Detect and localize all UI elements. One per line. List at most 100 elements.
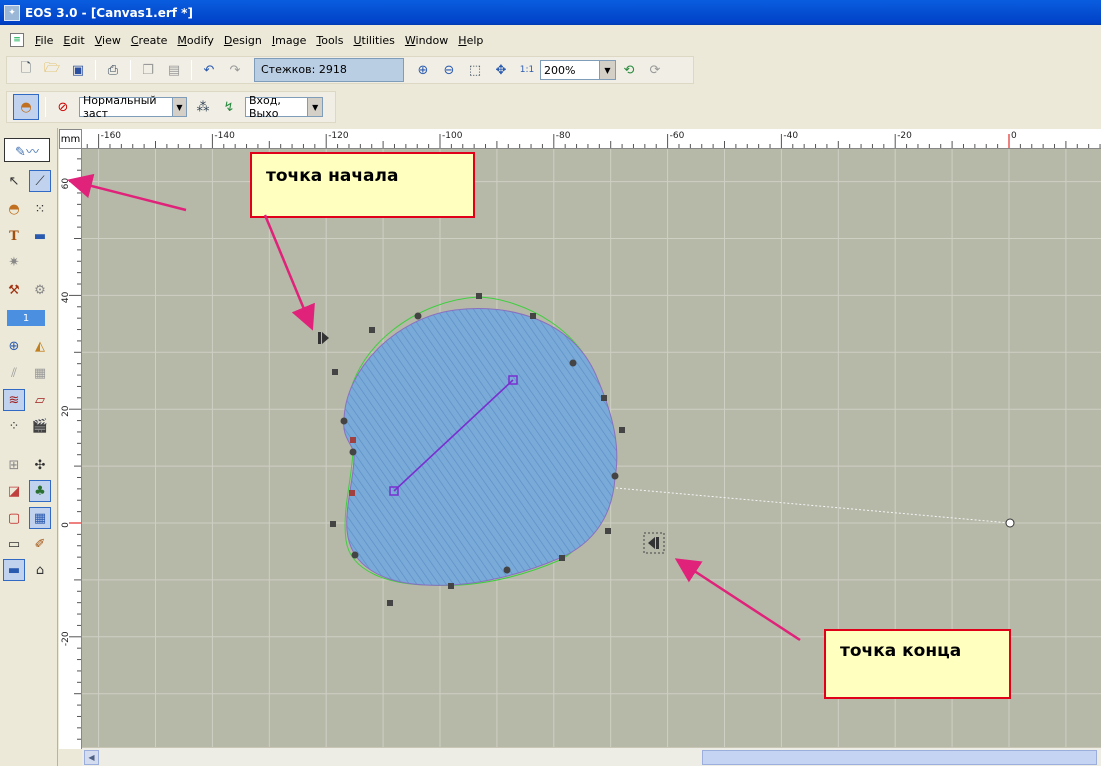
menu-edit[interactable]: Edit bbox=[58, 34, 89, 47]
zoom-actual-size-icon[interactable]: 1:1 bbox=[516, 59, 538, 81]
menu-utilities[interactable]: Utilities bbox=[348, 34, 399, 47]
entry-exit-value: Вход, Выхо bbox=[249, 94, 281, 120]
control-point bbox=[601, 395, 607, 401]
entry-exit-select[interactable]: Вход, Выхо ▼ bbox=[245, 94, 323, 120]
chevron-down-icon[interactable]: ▼ bbox=[171, 98, 186, 116]
rounded-rect-icon[interactable]: ▢ bbox=[3, 507, 25, 529]
gears-icon[interactable]: ⚙ bbox=[29, 279, 51, 301]
menu-view[interactable]: View bbox=[90, 34, 126, 47]
fill-tool-icon[interactable]: ◓ bbox=[13, 94, 39, 120]
rotate-right-icon[interactable]: ⟳ bbox=[644, 59, 666, 81]
ruler-x-label: -120 bbox=[328, 131, 349, 141]
control-point bbox=[330, 521, 336, 527]
control-point bbox=[448, 583, 454, 589]
menu-design[interactable]: Design bbox=[219, 34, 267, 47]
zoom-in-icon[interactable]: ⊕ bbox=[412, 59, 434, 81]
menu-file[interactable]: File bbox=[30, 34, 58, 47]
stitch-count-display: Стежков: 2918 bbox=[254, 58, 404, 82]
rotate-left-icon[interactable]: ⟲ bbox=[618, 59, 640, 81]
align-icon[interactable]: ⊞ bbox=[3, 454, 25, 476]
horizontal-ruler-svg: -160 -140 -120 -100 -80 -60 -40 -20 0 bbox=[86, 131, 1101, 148]
hammer-icon[interactable]: ⚒ bbox=[3, 279, 25, 301]
menu-image[interactable]: Image bbox=[267, 34, 311, 47]
new-file-icon[interactable]: 🗋 bbox=[15, 59, 37, 81]
eraser-icon[interactable]: ◪ bbox=[3, 480, 25, 502]
ruler-x-label: -80 bbox=[556, 131, 571, 141]
color-number-box[interactable]: 1 bbox=[7, 310, 45, 326]
control-point bbox=[414, 312, 422, 320]
copy-icon[interactable]: ❐ bbox=[137, 59, 159, 81]
ruler-y-label: 60 bbox=[61, 178, 71, 190]
exit-connector-line bbox=[615, 487, 1011, 524]
ruler-x-label: -140 bbox=[214, 131, 235, 141]
scroll-thumb[interactable] bbox=[702, 750, 1097, 765]
stitch-settings-icon[interactable]: ⁂ bbox=[192, 96, 214, 118]
menu-tools[interactable]: Tools bbox=[311, 34, 348, 47]
fill-type-select[interactable]: Нормальный заст ▼ bbox=[79, 94, 187, 120]
ruler-y-label: 0 bbox=[61, 522, 71, 528]
control-point bbox=[351, 551, 359, 559]
satin-icon[interactable]: ⁘ bbox=[3, 415, 25, 437]
menu-window[interactable]: Window bbox=[400, 34, 453, 47]
end-point-callout: точка конца bbox=[824, 629, 1011, 699]
clapperboard-icon[interactable]: 🎬 bbox=[29, 415, 51, 437]
menu-create[interactable]: Create bbox=[126, 34, 173, 47]
ruler-x-label: -100 bbox=[442, 131, 463, 141]
points-icon[interactable]: ⁙ bbox=[29, 198, 51, 220]
text-tool-icon[interactable]: T bbox=[3, 225, 25, 247]
origin-point[interactable] bbox=[1005, 518, 1015, 528]
stamp-icon[interactable]: ⌂ bbox=[29, 559, 51, 581]
ruler-tool-icon[interactable]: ▬ bbox=[3, 559, 25, 581]
print-icon[interactable]: ⎙ bbox=[102, 59, 124, 81]
select-arrow-icon[interactable]: ↖ bbox=[3, 170, 25, 192]
magic-wand-icon[interactable]: ✷ bbox=[3, 251, 25, 273]
card-icon[interactable]: ▭ bbox=[3, 533, 25, 555]
vertical-ruler-svg: 60 40 20 0 -20 bbox=[61, 158, 81, 740]
embroidery-fill-shape[interactable] bbox=[343, 308, 618, 586]
fill-shape-icon[interactable]: ◓ bbox=[3, 198, 25, 220]
zoom-tool-icon[interactable]: ⊕ bbox=[3, 335, 25, 357]
stitch-direction-icon[interactable]: ⫽ bbox=[3, 362, 25, 384]
chevron-down-icon[interactable]: ▼ bbox=[307, 98, 322, 116]
zoom-selection-icon[interactable]: ⬚ bbox=[464, 59, 486, 81]
start-point-callout: точка начала bbox=[250, 152, 475, 218]
rectangle-tool-icon[interactable]: ▬ bbox=[29, 225, 51, 247]
property-toolbar: ◓ ⊘ Нормальный заст ▼ ⁂ ↯ Вход, Выхо ▼ bbox=[6, 91, 336, 123]
app-icon[interactable]: ✦ bbox=[4, 4, 20, 21]
running-stitch-icon[interactable]: ≋ bbox=[3, 389, 25, 411]
zoom-out-icon[interactable]: ⊖ bbox=[438, 59, 460, 81]
chevron-down-icon[interactable]: ▼ bbox=[599, 61, 615, 79]
tree-icon[interactable]: ♣ bbox=[29, 480, 51, 502]
menu-modify[interactable]: Modify bbox=[172, 34, 218, 47]
pencil-box-icon[interactable]: ✐ bbox=[29, 533, 51, 555]
title-bar[interactable]: ✦ EOS 3.0 - [Canvas1.erf *] bbox=[0, 0, 1101, 25]
entry-exit-icon[interactable]: ↯ bbox=[218, 96, 240, 118]
start-point-marker[interactable] bbox=[318, 332, 329, 344]
blocks-icon[interactable]: ▦ bbox=[29, 362, 51, 384]
redo-icon[interactable]: ↷ bbox=[224, 59, 246, 81]
outline-icon[interactable]: ▱ bbox=[29, 389, 51, 411]
move-icon[interactable]: ✣ bbox=[29, 454, 51, 476]
toolbar-separator bbox=[191, 60, 192, 80]
save-icon[interactable]: ▣ bbox=[67, 59, 89, 81]
end-point-marker[interactable] bbox=[643, 532, 665, 554]
no-entry-icon[interactable]: ⊘ bbox=[52, 96, 74, 118]
scroll-left-icon[interactable]: ◀ bbox=[84, 750, 99, 765]
control-point bbox=[387, 600, 393, 606]
undo-icon[interactable]: ↶ bbox=[198, 59, 220, 81]
measure-icon[interactable]: ◭ bbox=[29, 335, 51, 357]
document-icon[interactable]: ≡ bbox=[10, 33, 24, 47]
control-point bbox=[569, 359, 577, 367]
zoom-fit-icon[interactable]: ✥ bbox=[490, 59, 512, 81]
paste-icon[interactable]: ▤ bbox=[163, 59, 185, 81]
reshape-icon[interactable]: ⟋ bbox=[29, 170, 51, 192]
window-title: EOS 3.0 - [Canvas1.erf *] bbox=[25, 5, 193, 20]
zoom-select[interactable]: 200% ▼ bbox=[540, 60, 616, 80]
vertical-ruler: 60 40 20 0 -20 bbox=[59, 149, 82, 749]
menu-help[interactable]: Help bbox=[453, 34, 488, 47]
open-folder-icon[interactable]: 🗁 bbox=[41, 59, 63, 81]
grid-icon[interactable]: ▦ bbox=[29, 507, 51, 529]
toolbar-separator bbox=[95, 60, 96, 80]
horizontal-scrollbar[interactable]: ◀ bbox=[82, 747, 1101, 766]
signature-preview-icon[interactable]: ✎〰 bbox=[4, 138, 50, 162]
